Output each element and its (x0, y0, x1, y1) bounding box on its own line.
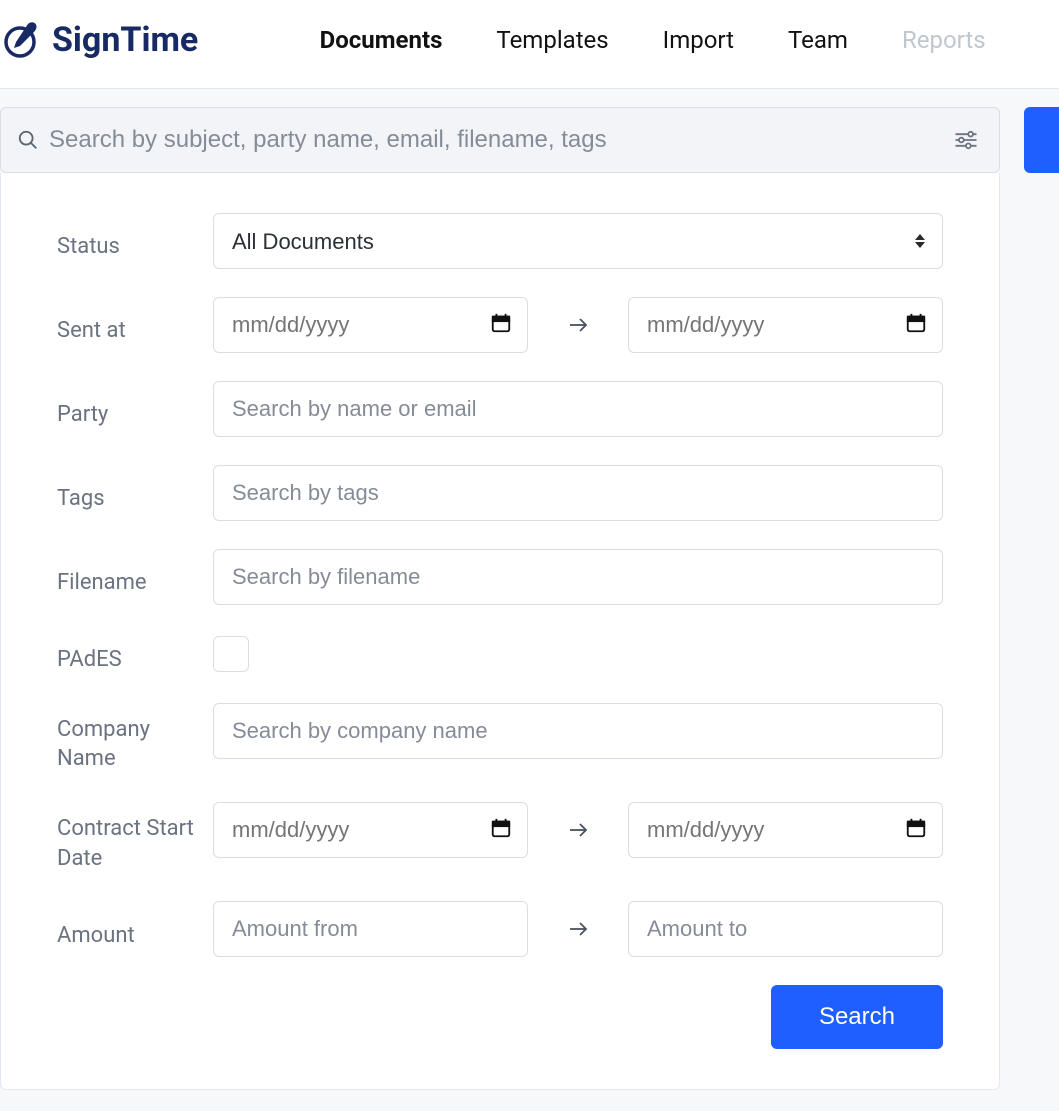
status-select[interactable]: All Documents (213, 213, 943, 269)
filename-input[interactable] (213, 549, 943, 605)
brand-logo[interactable]: SignTime (0, 20, 198, 60)
search-button[interactable]: Search (771, 985, 943, 1049)
label-status: Status (57, 220, 213, 262)
contract-start-to-input[interactable] (628, 802, 943, 858)
pades-checkbox[interactable] (213, 636, 249, 672)
label-sent-at: Sent at (57, 304, 213, 346)
sent-at-to-input[interactable] (628, 297, 943, 353)
label-pades: PAdES (57, 633, 213, 675)
label-amount: Amount (57, 909, 213, 951)
arrow-right-icon (548, 313, 608, 337)
nav-team[interactable]: Team (788, 26, 848, 54)
search-input[interactable] (39, 126, 949, 154)
tags-input[interactable] (213, 465, 943, 521)
nav-import[interactable]: Import (663, 26, 734, 54)
brand-name: SignTime (52, 20, 198, 60)
label-tags: Tags (57, 472, 213, 514)
label-filename: Filename (57, 556, 213, 598)
amount-to-input[interactable] (628, 901, 943, 957)
party-input[interactable] (213, 381, 943, 437)
top-header: SignTime Documents Templates Import Team… (0, 0, 1059, 89)
filter-toggle-button[interactable] (949, 123, 983, 157)
nav-templates[interactable]: Templates (496, 26, 608, 54)
signtime-logo-icon (0, 20, 40, 60)
primary-action-side-button[interactable] (1024, 107, 1059, 173)
nav-reports: Reports (902, 26, 986, 54)
search-icon (17, 129, 39, 151)
arrow-right-icon (548, 818, 608, 842)
label-company-name: Company Name (57, 703, 213, 774)
arrow-right-icon (548, 917, 608, 941)
sliders-icon (952, 126, 980, 154)
search-wrapper (0, 107, 1000, 173)
sent-at-from-input[interactable] (213, 297, 528, 353)
company-name-input[interactable] (213, 703, 943, 759)
amount-from-input[interactable] (213, 901, 528, 957)
filter-panel: Status All Documents Sent at (0, 173, 1000, 1090)
nav-documents[interactable]: Documents (320, 26, 443, 54)
contract-start-from-input[interactable] (213, 802, 528, 858)
main-nav: Documents Templates Import Team Reports (246, 26, 1059, 54)
label-party: Party (57, 388, 213, 430)
label-contract-start-date: Contract Start Date (57, 802, 213, 873)
